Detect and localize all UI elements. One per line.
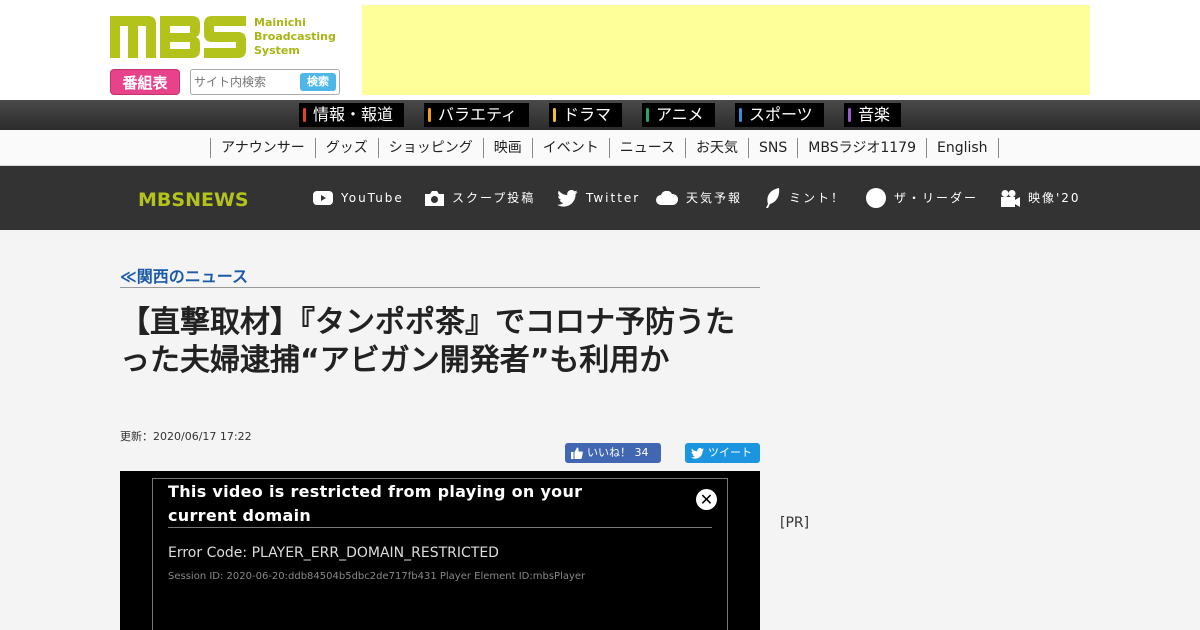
camera-icon	[425, 191, 444, 206]
genre-marker	[303, 108, 306, 122]
nav-english[interactable]: English	[927, 138, 999, 158]
youtube-icon	[313, 191, 333, 205]
logo-subtext: Mainichi Broadcasting System	[254, 16, 336, 57]
genre-nav: 情報・報道 バラエティ ドラマ アニメ スポーツ 音楽	[0, 100, 1200, 130]
nav-movie[interactable]: 映画	[484, 138, 533, 158]
genre-anime[interactable]: アニメ	[642, 103, 715, 127]
genre-marker	[553, 108, 556, 122]
tweet-button[interactable]: ツイート	[685, 443, 760, 463]
news-logo-text: MBSNEWS	[138, 189, 249, 210]
news-link-twitter[interactable]: Twitter	[557, 188, 640, 208]
genre-label: スポーツ	[749, 105, 813, 124]
circle-icon	[866, 188, 886, 208]
nav-sns[interactable]: SNS	[749, 138, 799, 158]
video-error-divider	[168, 527, 712, 528]
video-camera-icon	[1001, 189, 1020, 207]
tweet-label: ツイート	[708, 446, 752, 459]
genre-sports[interactable]: スポーツ	[735, 103, 824, 127]
news-link-label: 映像'20	[1028, 191, 1081, 205]
tv-schedule-button[interactable]: 番組表	[110, 69, 180, 95]
nav-goods[interactable]: グッズ	[316, 138, 379, 158]
nav-shopping[interactable]: ショッピング	[379, 138, 484, 158]
news-link-label: Twitter	[586, 191, 641, 205]
genre-marker	[739, 108, 742, 122]
genre-news[interactable]: 情報・報道	[299, 103, 404, 127]
site-search: 検索	[190, 69, 340, 95]
sub-nav: アナウンサー グッズ ショッピング 映画 イベント ニュース お天気 SNS M…	[0, 130, 1200, 166]
nav-announcer[interactable]: アナウンサー	[211, 138, 316, 158]
genre-label: 情報・報道	[313, 105, 394, 124]
mbs-logo[interactable]: Mainichi Broadcasting System	[110, 14, 340, 62]
ad-banner[interactable]	[362, 5, 1090, 95]
genre-drama[interactable]: ドラマ	[549, 103, 622, 127]
mbs-logo-mark	[110, 16, 246, 58]
cloud-icon	[656, 191, 678, 205]
close-icon[interactable]: ✕	[696, 489, 717, 510]
news-link-label: YouTube	[341, 191, 404, 205]
breadcrumb-divider	[120, 287, 760, 288]
thumbs-up-icon	[571, 447, 583, 459]
nav-event[interactable]: イベント	[533, 138, 610, 158]
genre-label: ドラマ	[563, 105, 612, 124]
article-headline: 【直撃取材】『タンポポ茶』でコロナ予防うたった夫婦逮捕“アビガン開発者”も利用か	[120, 305, 735, 378]
news-link-youtube[interactable]: YouTube	[313, 188, 404, 208]
breadcrumb[interactable]: ≪関西のニュース	[120, 263, 248, 287]
video-error-code: Error Code: PLAYER_ERR_DOMAIN_RESTRICTED	[168, 545, 499, 561]
genre-label: 音楽	[858, 105, 891, 124]
news-link-weather[interactable]: 天気予報	[656, 188, 742, 208]
article-updated: 更新：2020/06/17 17:22	[120, 430, 252, 443]
genre-marker	[848, 108, 851, 122]
search-button[interactable]: 検索	[300, 73, 336, 91]
video-error-title: This video is restricted from playing on…	[168, 482, 583, 525]
pr-label: [PR]	[780, 515, 810, 531]
news-link-eizo[interactable]: 映像'20	[1001, 188, 1081, 208]
twitter-icon	[557, 189, 578, 207]
nav-news[interactable]: ニュース	[610, 138, 687, 158]
mbs-news-logo[interactable]: MBSNEWS	[138, 188, 262, 210]
news-link-scoop[interactable]: スクープ投稿	[425, 188, 535, 208]
video-error-session: Session ID: 2020-06-20:ddb84504b5dbc2de7…	[168, 571, 586, 582]
genre-variety[interactable]: バラエティ	[424, 103, 529, 127]
news-link-label: ミント！	[789, 191, 846, 205]
news-link-label: ザ・リーダー	[894, 191, 979, 205]
news-link-label: スクープ投稿	[452, 191, 536, 205]
news-link-leader[interactable]: ザ・リーダー	[866, 188, 978, 208]
search-input[interactable]	[194, 72, 298, 92]
news-link-mint[interactable]: ミント！	[765, 188, 845, 208]
facebook-like-button[interactable]: いいね！ 34	[565, 443, 661, 463]
genre-music[interactable]: 音楽	[844, 103, 901, 127]
genre-marker	[428, 108, 431, 122]
genre-label: アニメ	[656, 105, 704, 124]
genre-label: バラエティ	[438, 105, 518, 124]
genre-marker	[646, 108, 649, 122]
news-link-label: 天気予報	[686, 191, 743, 205]
nav-weather[interactable]: お天気	[686, 138, 750, 158]
news-bar: MBSNEWS YouTube スクープ投稿 Twitter 天気予報 ミント！…	[0, 166, 1200, 230]
nav-radio[interactable]: MBSラジオ1179	[798, 138, 927, 158]
leaf-icon	[766, 188, 780, 208]
twitter-icon	[691, 447, 704, 459]
site-header: Mainichi Broadcasting System 番組表 検索	[0, 0, 1200, 100]
like-label: いいね！ 34	[587, 446, 649, 459]
